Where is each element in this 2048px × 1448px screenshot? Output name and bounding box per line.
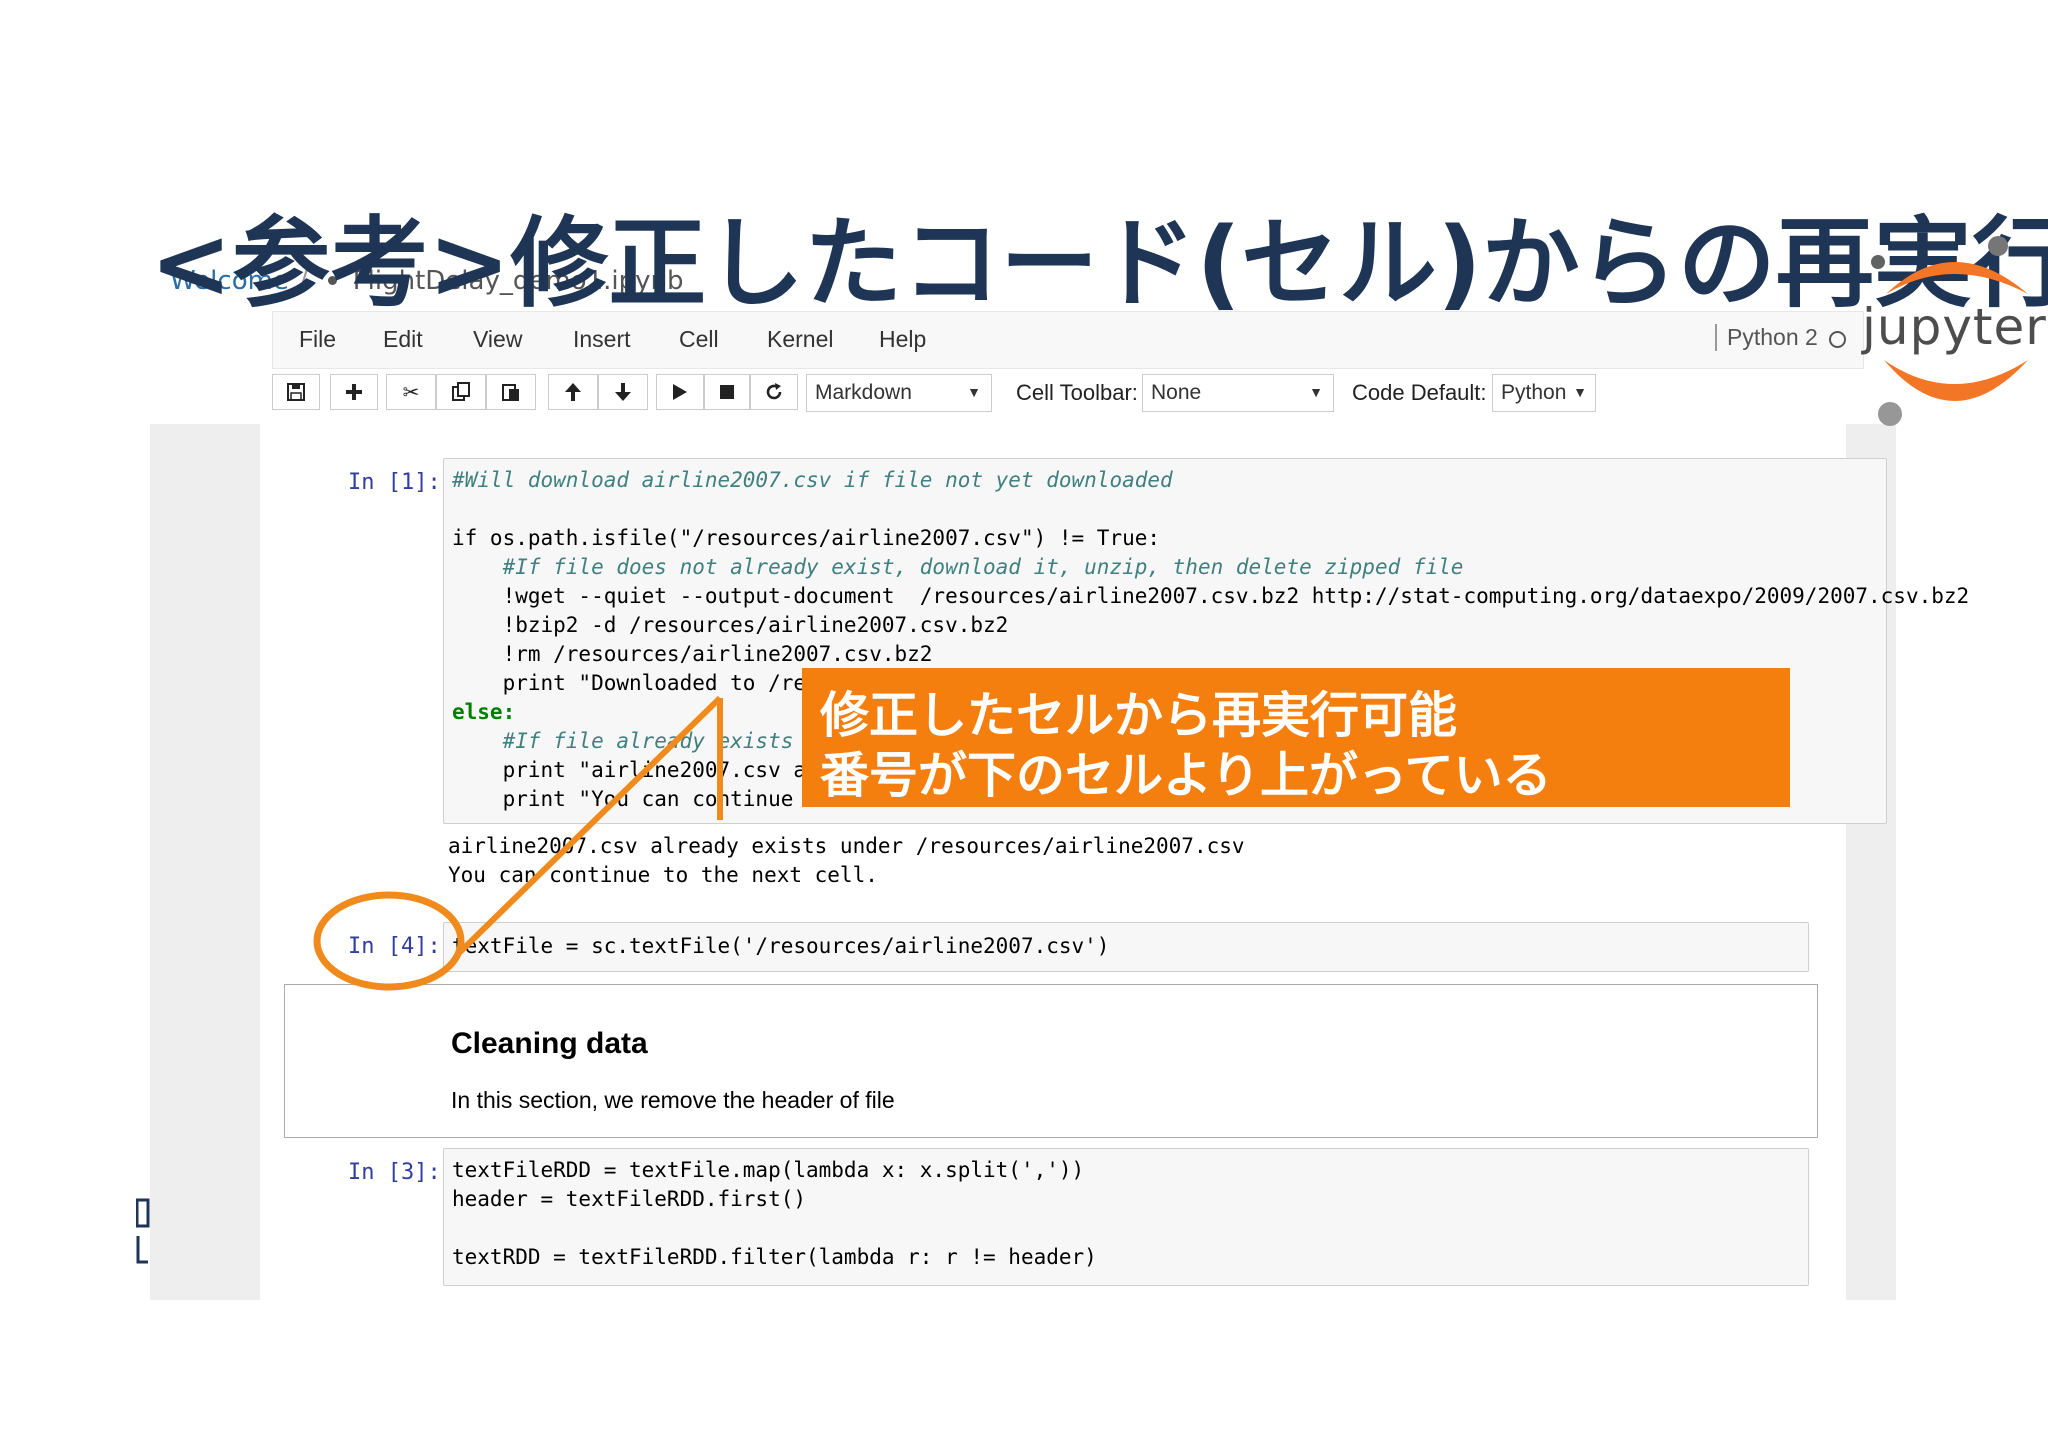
annotation-arrow-line: [457, 695, 723, 955]
menu-cell[interactable]: Cell: [679, 326, 719, 353]
insert-cell-button[interactable]: [330, 374, 378, 410]
cell-prompt: In [1]:: [348, 470, 441, 495]
code-line: header = textFileRDD.first(): [452, 1187, 807, 1211]
menu-file[interactable]: File: [299, 326, 336, 353]
code-line: !bzip2 -d /resources/airline2007.csv.bz2: [452, 613, 1009, 637]
code-line: textFileRDD = textFile.map(lambda x: x.s…: [452, 1158, 1085, 1182]
arrow-up-icon: [565, 383, 581, 401]
arrow-down-icon: [615, 383, 631, 401]
copy-button[interactable]: [436, 374, 486, 410]
left-edge-fragment: [136, 1198, 150, 1264]
code-line: #Will download airline2007.csv if file n…: [452, 468, 1173, 492]
save-icon: [287, 383, 305, 401]
copy-icon: [452, 382, 470, 401]
move-up-button[interactable]: [548, 374, 598, 410]
cell-toolbar-value: None: [1151, 381, 1202, 404]
cell-type-value: Markdown: [815, 381, 912, 404]
code-line: !wget --quiet --output-document /resourc…: [452, 584, 1970, 608]
plus-icon: [346, 384, 362, 400]
markdown-paragraph: In this section, we remove the header of…: [451, 1087, 895, 1113]
paste-button[interactable]: [486, 374, 536, 410]
code-default-label: Code Default:: [1352, 380, 1487, 405]
cell-type-select[interactable]: Markdown ▼: [806, 374, 992, 412]
menu-insert[interactable]: Insert: [573, 326, 631, 353]
code-default-select[interactable]: Python ▼: [1492, 374, 1596, 412]
code-default-value: Python: [1501, 381, 1567, 404]
callout-line-2: 番号が下のセルより上がっている: [820, 747, 1552, 804]
paste-icon: [502, 384, 519, 401]
menu-help[interactable]: Help: [879, 326, 926, 353]
run-button[interactable]: [656, 374, 704, 410]
kernel-name: Python 2: [1715, 324, 1818, 351]
save-button[interactable]: [272, 374, 320, 410]
cell-prompt: In [3]:: [348, 1160, 441, 1185]
restart-button[interactable]: [750, 374, 798, 410]
stop-icon: [720, 385, 734, 399]
kernel-status-icon: [1829, 331, 1846, 348]
slide-title: <参考>修正したコード(セル)からの再実行: [150, 207, 2048, 321]
code-editor[interactable]: textFileRDD = textFile.map(lambda x: x.s…: [452, 1156, 1097, 1272]
cut-button[interactable]: ✂: [386, 374, 436, 410]
markdown-heading: Cleaning data: [451, 1027, 648, 1060]
code-line: textRDD = textFileRDD.filter(lambda r: r…: [452, 1245, 1097, 1269]
jupyter-logo: jupyter: [1858, 232, 2048, 432]
code-cell-3[interactable]: textFileRDD = textFile.map(lambda x: x.s…: [443, 1148, 1809, 1286]
chevron-down-icon: ▼: [1309, 384, 1323, 400]
menu-kernel[interactable]: Kernel: [767, 326, 833, 353]
annotation-overlay: [313, 695, 723, 991]
interrupt-button[interactable]: [704, 374, 750, 410]
annotation-callout: 修正したセルから再実行可能 番号が下のセルより上がっている: [802, 668, 1790, 807]
code-line: if os.path.isfile("/resources/airline200…: [452, 526, 1161, 550]
chevron-down-icon: ▼: [1573, 384, 1587, 400]
menu-edit[interactable]: Edit: [383, 326, 423, 353]
annotation-circle: [313, 891, 465, 991]
jupyter-logo-text: jupyter: [1862, 298, 2047, 356]
chevron-down-icon: ▼: [967, 384, 981, 400]
cell-toolbar-select[interactable]: None ▼: [1142, 374, 1334, 412]
cell-toolbar-label: Cell Toolbar:: [1016, 380, 1138, 405]
restart-icon: [766, 383, 782, 400]
code-line: #If file does not already exist, downloa…: [452, 555, 1464, 579]
move-down-button[interactable]: [598, 374, 648, 410]
scissors-icon: ✂: [402, 380, 420, 404]
play-icon: [673, 384, 687, 400]
menu-view[interactable]: View: [473, 326, 522, 353]
